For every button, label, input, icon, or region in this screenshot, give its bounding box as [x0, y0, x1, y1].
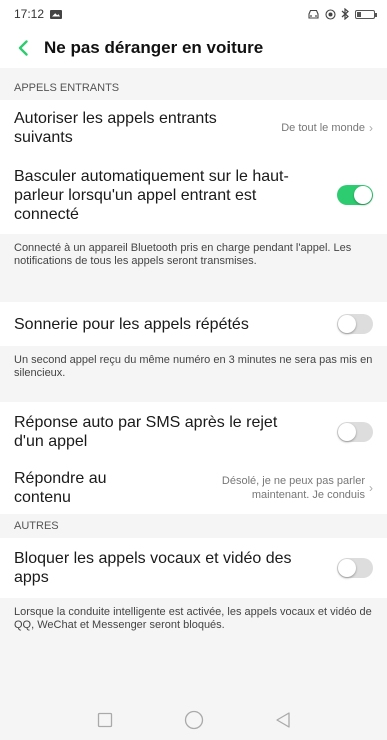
- repeat-row: Sonnerie pour les appels répétés: [0, 302, 387, 346]
- speaker-description: Connecté à un appareil Bluetooth pris en…: [0, 234, 387, 302]
- repeat-label: Sonnerie pour les appels répétés: [14, 315, 249, 333]
- allow-calls-row[interactable]: Autoriser les appels entrants suivants D…: [0, 100, 387, 156]
- speaker-label: Basculer automatiquement sur le haut-par…: [14, 167, 289, 223]
- chevron-right-icon: ›: [369, 121, 373, 135]
- image-notification-icon: [50, 9, 63, 19]
- square-icon: [97, 712, 112, 728]
- block-apps-toggle[interactable]: [337, 558, 373, 578]
- repeat-calls-card: Sonnerie pour les appels répétés: [0, 302, 387, 346]
- app-header: Ne pas déranger en voiture: [0, 28, 387, 68]
- battery-icon: [355, 9, 377, 19]
- block-apps-label: Bloquer les appels vocaux et vidéo des a…: [14, 550, 292, 586]
- allow-calls-value-text: De tout le monde: [281, 122, 365, 134]
- chevron-right-icon: ›: [369, 481, 373, 495]
- chevron-left-icon: [18, 40, 28, 56]
- bluetooth-icon: [341, 8, 349, 20]
- navigation-bar: [0, 700, 387, 740]
- back-button[interactable]: [12, 37, 34, 59]
- allow-calls-label: Autoriser les appels entrants suivants: [14, 110, 217, 146]
- auto-sms-toggle[interactable]: [337, 422, 373, 442]
- auto-sms-label: Réponse auto par SMS après le rejet d'un…: [14, 414, 278, 450]
- reply-content-label: Répondre au contenu: [14, 470, 107, 506]
- block-apps-row: Bloquer les appels vocaux et vidéo des a…: [0, 538, 387, 598]
- status-icons: [307, 8, 377, 20]
- reply-content-value-text: Désolé, je ne peux pas parler maintenant…: [221, 475, 365, 501]
- section-header-others: AUTRES: [14, 520, 59, 532]
- reply-content-row[interactable]: Répondre au contenu Désolé, je ne peux p…: [0, 462, 387, 514]
- status-time: 17:12: [14, 7, 45, 21]
- block-apps-description: Lorsque la conduite intelligente est act…: [0, 598, 387, 648]
- allow-calls-value: De tout le monde ›: [281, 121, 373, 135]
- home-button[interactable]: [174, 705, 214, 735]
- repeat-toggle[interactable]: [337, 314, 373, 334]
- sms-card: Réponse auto par SMS après le rejet d'un…: [0, 402, 387, 514]
- status-bar: 17:12: [0, 0, 387, 28]
- others-card: Bloquer les appels vocaux et vidéo des a…: [0, 538, 387, 598]
- repeat-description: Un second appel reçu du même numéro en 3…: [0, 346, 387, 402]
- reply-content-value: Désolé, je ne peux pas parler maintenant…: [190, 474, 373, 502]
- speaker-row: Basculer automatiquement sur le haut-par…: [0, 156, 387, 234]
- speaker-toggle[interactable]: [337, 185, 373, 205]
- auto-sms-row: Réponse auto par SMS après le rejet d'un…: [0, 402, 387, 462]
- page-title: Ne pas déranger en voiture: [44, 38, 264, 57]
- section-header-incoming: APPELS ENTRANTS: [14, 82, 120, 94]
- circle-icon: [184, 710, 203, 730]
- recents-button[interactable]: [85, 705, 125, 735]
- triangle-back-icon: [275, 712, 290, 728]
- incoming-calls-card: Autoriser les appels entrants suivants D…: [0, 100, 387, 234]
- dnd-icon: [325, 8, 336, 20]
- back-nav-button[interactable]: [263, 705, 303, 735]
- car-icon: [308, 9, 319, 19]
